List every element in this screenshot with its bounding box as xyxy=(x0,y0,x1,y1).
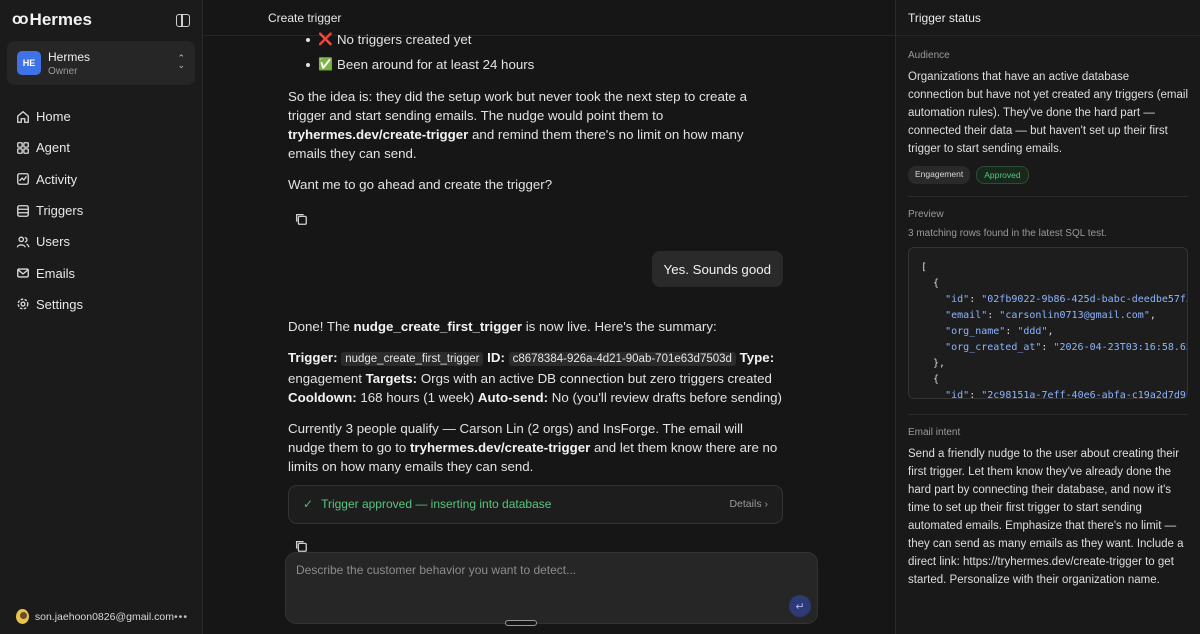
link-text[interactable]: tryhermes.dev/create-trigger xyxy=(288,127,468,142)
list-item: ✅ Been around for at least 24 hours xyxy=(288,52,783,77)
assistant-paragraph: Currently 3 people qualify — Carson Lin … xyxy=(288,421,778,474)
sidebar: oo Hermes HE Hermes Owner ⌃ ⌄ Home Agent… xyxy=(0,0,203,634)
sidebar-item-label: Home xyxy=(36,109,71,125)
workspace-name: Hermes xyxy=(48,49,91,64)
sidebar-item-label: Emails xyxy=(36,265,76,281)
sidebar-toggle-icon[interactable] xyxy=(176,13,190,27)
sidebar-item-users[interactable]: Users xyxy=(0,226,202,257)
section-label: Audience xyxy=(908,50,950,61)
account-menu[interactable]: son.jaehoon0826@gmail.com ••• xyxy=(16,609,188,624)
app: oo Hermes HE Hermes Owner ⌃ ⌄ Home Agent… xyxy=(0,0,1200,634)
email-intent-text: Send a friendly nudge to the user about … xyxy=(908,448,1184,586)
copy-icon xyxy=(295,213,307,225)
more-horizontal-icon[interactable]: ••• xyxy=(174,611,188,623)
users-icon xyxy=(16,235,30,249)
sidebar-item-settings[interactable]: Settings xyxy=(0,289,202,320)
sql-result-preview[interactable]: [ { "id": "02fb9022-9b86-425d-babc-deedb… xyxy=(908,247,1188,399)
sidebar-item-agent[interactable]: Agent xyxy=(0,132,202,163)
sidebar-item-emails[interactable]: Emails xyxy=(0,257,202,288)
check-icon: ✓ xyxy=(303,497,314,511)
list-item: ❌ No triggers created yet xyxy=(288,27,783,52)
chat-thread: ❌ No triggers created yet ✅ Been around … xyxy=(288,32,783,557)
prompt-input[interactable] xyxy=(286,553,817,623)
trigger-summary: Trigger: nudge_create_first_trigger ID: … xyxy=(288,350,782,405)
assistant-question: Want me to go ahead and create the trigg… xyxy=(288,177,553,192)
send-button[interactable]: ↵ xyxy=(789,595,811,617)
approval-status-card: ✓ Trigger approved — inserting into data… xyxy=(288,485,783,524)
user-email: son.jaehoon0826@gmail.com xyxy=(34,610,174,623)
cross-mark-icon: ❌ xyxy=(318,32,333,46)
workspace-role: Owner xyxy=(48,65,78,77)
tag-engagement: Engagement xyxy=(908,166,971,184)
sidebar-item-label: Users xyxy=(36,234,70,250)
audience-text: Organizations that have an active databa… xyxy=(908,71,1188,155)
message-composer: ↵ xyxy=(285,552,818,624)
sidebar-item-label: Settings xyxy=(36,296,83,312)
sidebar-item-label: Agent xyxy=(36,140,70,156)
brand-logo[interactable]: oo Hermes xyxy=(12,10,92,30)
preview-summary: 3 matching rows found in the latest SQL … xyxy=(908,228,1107,239)
check-mark-icon: ✅ xyxy=(318,57,333,71)
approval-text: Trigger approved — inserting into databa… xyxy=(321,497,552,511)
status-badge: Approved xyxy=(976,166,1029,184)
email-intent-section: Email intent Send a friendly nudge to th… xyxy=(896,427,1200,589)
triggers-icon xyxy=(16,204,30,218)
workspace-text: Hermes Owner xyxy=(48,50,90,77)
trigger-name-code: nudge_create_first_trigger xyxy=(341,352,484,366)
mail-icon xyxy=(16,266,30,280)
chevron-up-down-icon: ⌃ ⌄ xyxy=(177,53,185,70)
agent-icon xyxy=(16,141,30,155)
brand-name: Hermes xyxy=(29,10,92,29)
settings-icon xyxy=(16,297,30,311)
sidebar-item-label: Triggers xyxy=(36,203,84,219)
sidebar-nav: Home Agent Activity Triggers Users Email… xyxy=(0,101,202,320)
divider xyxy=(908,196,1188,197)
workspace-switcher[interactable]: HE Hermes Owner ⌃ ⌄ xyxy=(7,41,195,85)
details-button[interactable]: Details › xyxy=(729,495,768,514)
page-title: Create trigger xyxy=(268,10,342,25)
home-icon xyxy=(16,110,30,124)
scroll-handle[interactable] xyxy=(505,620,537,626)
activity-icon xyxy=(16,172,30,186)
enter-arrow-icon: ↵ xyxy=(795,600,805,613)
divider xyxy=(908,414,1188,415)
infinity-logo-icon: oo xyxy=(12,11,28,28)
copy-icon xyxy=(295,540,307,552)
user-message: Yes. Sounds good xyxy=(651,251,783,287)
sidebar-item-label: Activity xyxy=(36,171,78,187)
avatar xyxy=(16,609,29,624)
sidebar-item-activity[interactable]: Activity xyxy=(0,164,202,195)
preview-section: Preview 3 matching rows found in the lat… xyxy=(896,209,1200,415)
bullet-text: Been around for at least 24 hours xyxy=(336,57,535,72)
trigger-status-panel: Trigger status Audience Organizations th… xyxy=(895,0,1200,634)
workspace-avatar: HE xyxy=(17,51,41,75)
panel-title: Trigger status xyxy=(896,0,1200,36)
audience-section: Audience Organizations that have an acti… xyxy=(896,36,1200,197)
sidebar-item-triggers[interactable]: Triggers xyxy=(0,195,202,226)
tag-list: Engagement Approved xyxy=(908,166,1188,184)
section-label: Preview xyxy=(908,209,944,220)
link-text[interactable]: tryhermes.dev/create-trigger xyxy=(410,440,590,455)
assistant-paragraph: So the idea is: they did the setup work … xyxy=(288,89,748,161)
section-label: Email intent xyxy=(908,427,961,438)
chat-area: Create trigger ❌ No triggers created yet… xyxy=(203,0,895,634)
copy-button[interactable] xyxy=(288,212,783,230)
trigger-id-code: c8678384-926a-4d21-90ab-701e63d7503d xyxy=(508,352,736,366)
sidebar-item-home[interactable]: Home xyxy=(0,101,202,132)
user-message-row: Yes. Sounds good xyxy=(288,251,783,299)
bullet-text: No triggers created yet xyxy=(336,32,472,47)
assistant-paragraph: Done! The nudge_create_first_trigger is … xyxy=(288,319,717,334)
logo-row: oo Hermes xyxy=(0,0,202,32)
